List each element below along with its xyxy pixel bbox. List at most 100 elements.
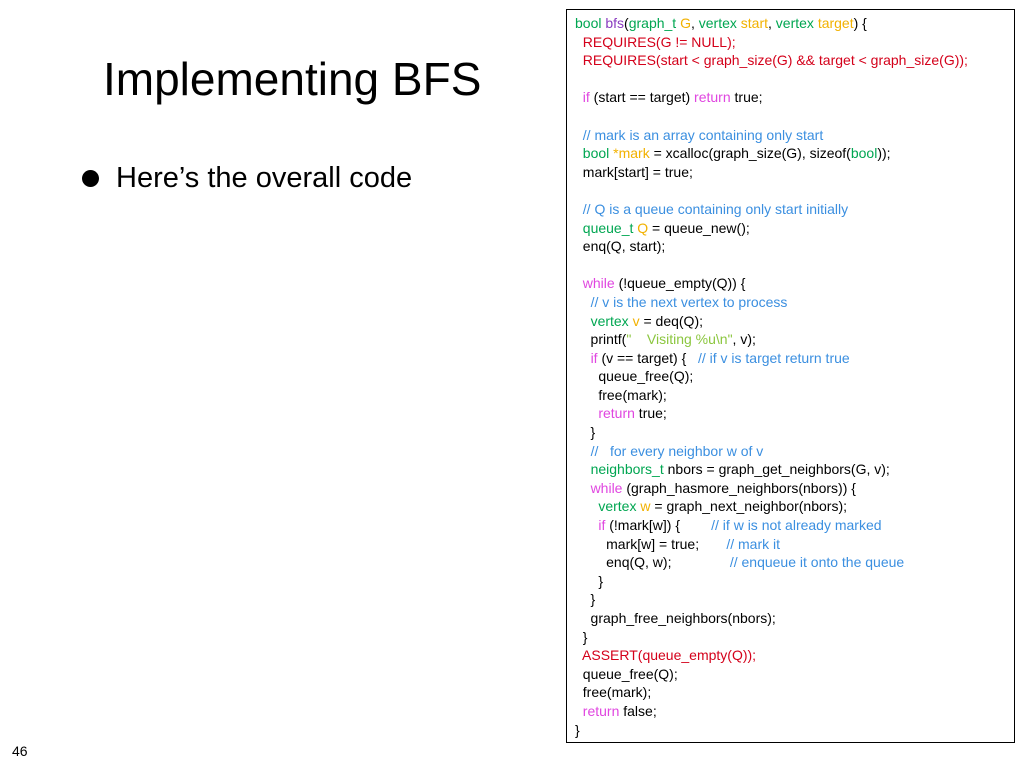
- bullet-text: Here’s the overall code: [116, 162, 413, 194]
- bullet-point: Here’s the overall code: [82, 162, 412, 195]
- code-token: // if w is not already marked: [711, 517, 882, 534]
- code-token: queue_free(Q);: [575, 665, 678, 682]
- code-token: graph_t: [628, 15, 681, 31]
- code-line: if (v == target) { // if v is target ret…: [575, 349, 1014, 368]
- code-token: while: [590, 479, 623, 496]
- code-line: REQUIRES(G != NULL);: [575, 33, 1014, 52]
- code-token: graph_free_neighbors(nbors);: [575, 610, 776, 626]
- code-token: free(mark);: [575, 386, 667, 403]
- code-token: (!mark[w]) {: [605, 517, 712, 534]
- code-token: (start == target): [589, 89, 695, 106]
- code-line: mark[w] = true; // mark it: [575, 535, 1014, 554]
- code-line: }: [575, 590, 1014, 609]
- code-token: *mark: [613, 145, 650, 162]
- code-token: return: [694, 89, 731, 106]
- code-token: // Q is a queue containing only start in…: [582, 200, 849, 217]
- code-token: true;: [730, 89, 763, 106]
- code-line: enq(Q, start);: [575, 237, 1014, 256]
- code-token: (graph_hasmore_neighbors(nbors)) {: [622, 479, 856, 496]
- code-line: return true;: [575, 404, 1014, 423]
- code-token: bool: [575, 15, 606, 31]
- code-line: // v is the next vertex to process: [575, 293, 1014, 312]
- code-token: }: [575, 721, 580, 738]
- code-token: = graph_next_neighbor(nbors);: [650, 498, 848, 515]
- code-line: if (!mark[w]) { // if w is not already m…: [575, 516, 1014, 535]
- code-token: vertex: [775, 15, 818, 31]
- code-token: ));: [877, 145, 891, 162]
- code-line: return false;: [575, 702, 1014, 721]
- code-token: vertex: [598, 498, 641, 515]
- code-token: }: [575, 628, 588, 645]
- code-token: bool: [850, 145, 878, 162]
- code-line: queue_free(Q);: [575, 367, 1014, 386]
- code-line: }: [575, 628, 1014, 647]
- code-line: free(mark);: [575, 683, 1014, 702]
- code-token: // enqueue it onto the queue: [729, 554, 905, 571]
- code-token: enq(Q, w);: [575, 554, 730, 571]
- code-line: }: [575, 423, 1014, 442]
- code-listing: bool bfs(graph_t G, vertex start, vertex…: [566, 9, 1015, 743]
- code-token: = queue_new();: [648, 219, 750, 236]
- code-token: }: [575, 424, 596, 441]
- code-line: if (start == target) return true;: [575, 88, 1014, 107]
- code-token: // v is the next vertex to process: [590, 293, 788, 310]
- code-token: (!queue_empty(Q)) {: [614, 275, 746, 292]
- code-line: // for every neighbor w of v: [575, 442, 1014, 461]
- code-line: queue_t Q = queue_new();: [575, 219, 1014, 238]
- code-token: }: [575, 591, 596, 608]
- code-token: = deq(Q);: [639, 312, 703, 329]
- code-token: start: [740, 15, 769, 31]
- code-token: return: [582, 702, 620, 719]
- code-token: ASSERT(queue_empty(Q));: [582, 647, 757, 664]
- code-line: graph_free_neighbors(nbors);: [575, 609, 1014, 628]
- code-line: bool *mark = xcalloc(graph_size(G), size…: [575, 144, 1014, 163]
- code-token: nbors = graph_get_neighbors(G, v);: [663, 461, 890, 478]
- code-line: mark[start] = true;: [575, 163, 1014, 182]
- code-line: // mark is an array containing only star…: [575, 126, 1014, 145]
- code-token: if: [590, 349, 598, 366]
- code-token: true;: [634, 405, 667, 422]
- code-line: REQUIRES(start < graph_size(G) && target…: [575, 51, 1014, 70]
- code-line: while (!queue_empty(Q)) {: [575, 274, 1014, 293]
- code-token: // for every neighbor w of v: [590, 442, 764, 459]
- bullet-dot-icon: [82, 170, 99, 187]
- code-token: mark[start] = true;: [575, 163, 693, 180]
- code-line: ASSERT(queue_empty(Q));: [575, 646, 1014, 665]
- code-token: Q: [637, 219, 649, 236]
- code-token: free(mark);: [575, 684, 652, 701]
- code-line: free(mark);: [575, 386, 1014, 405]
- code-line: printf(" Visiting %u\n", v);: [575, 330, 1014, 349]
- code-token: G: [680, 15, 691, 31]
- code-token: " Visiting %u\n": [626, 331, 733, 348]
- page-number: 46: [12, 743, 28, 759]
- code-token: w: [640, 498, 651, 515]
- code-token: while: [582, 275, 615, 292]
- code-token: = xcalloc(graph_size(G), sizeof(: [649, 145, 851, 162]
- code-line: bool bfs(graph_t G, vertex start, vertex…: [575, 14, 1014, 33]
- code-token: enq(Q, start);: [575, 238, 666, 255]
- code-token: mark[w] = true;: [575, 535, 727, 552]
- code-line: }: [575, 572, 1014, 591]
- code-token: queue_free(Q);: [575, 368, 694, 385]
- code-token: // mark it: [726, 535, 780, 552]
- code-token: v: [632, 312, 640, 329]
- code-line: }: [575, 721, 1014, 740]
- code-token: vertex: [590, 312, 633, 329]
